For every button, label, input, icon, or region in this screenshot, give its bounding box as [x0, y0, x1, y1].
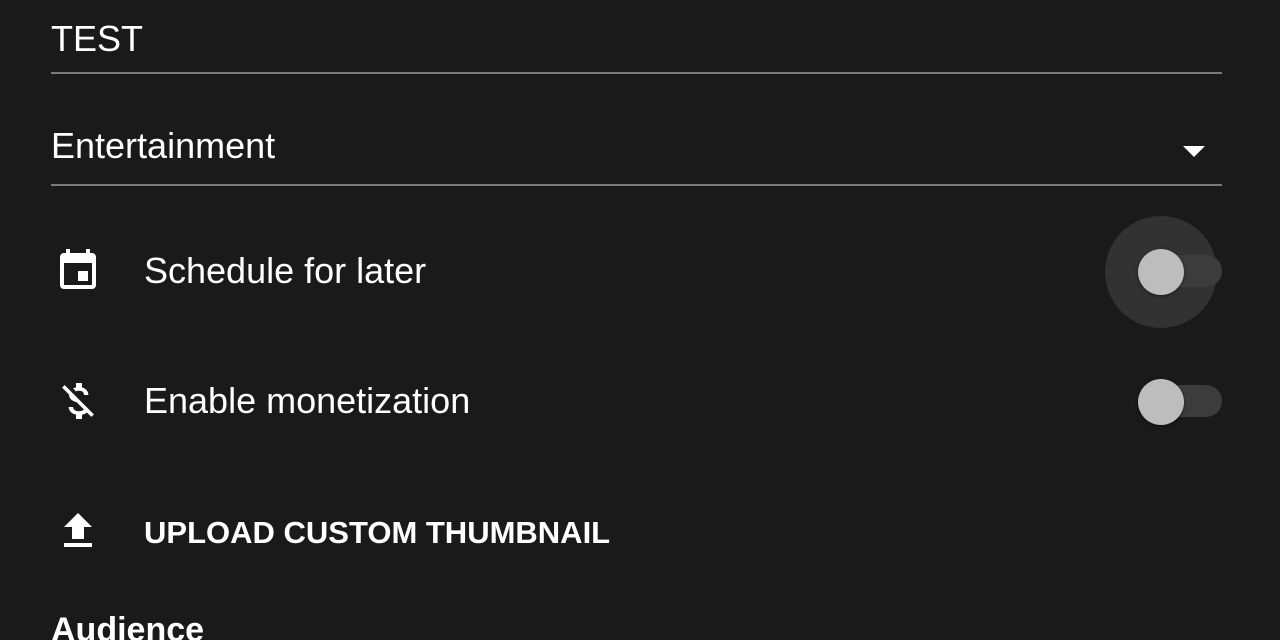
upload-thumbnail-button[interactable]: UPLOAD CUSTOM THUMBNAIL [0, 486, 1280, 576]
schedule-label: Schedule for later [144, 250, 427, 291]
schedule-toggle[interactable] [1105, 216, 1222, 328]
monetization-row[interactable]: Enable monetization [0, 356, 1280, 446]
calendar-icon [54, 247, 102, 295]
title-field[interactable]: TEST [51, 0, 1222, 74]
monetization-off-icon [54, 377, 102, 425]
toggle-thumb [1138, 379, 1184, 425]
category-value: Entertainment [51, 125, 276, 166]
monetization-toggle[interactable] [1138, 379, 1222, 425]
category-select[interactable]: Entertainment [51, 110, 1222, 186]
schedule-row[interactable]: Schedule for later [0, 216, 1280, 328]
arrow-drop-down-icon[interactable] [1183, 146, 1205, 157]
upload-icon [54, 507, 102, 555]
stream-details-form: TEST Entertainment Schedule for later En… [0, 0, 1280, 640]
audience-heading: Audience [51, 611, 205, 640]
toggle-thumb [1138, 249, 1184, 295]
category-underline [51, 184, 1222, 186]
title-underline [51, 72, 1222, 74]
title-value: TEST [51, 18, 144, 59]
upload-thumbnail-label: UPLOAD CUSTOM THUMBNAIL [144, 515, 611, 550]
monetization-label: Enable monetization [144, 380, 471, 421]
